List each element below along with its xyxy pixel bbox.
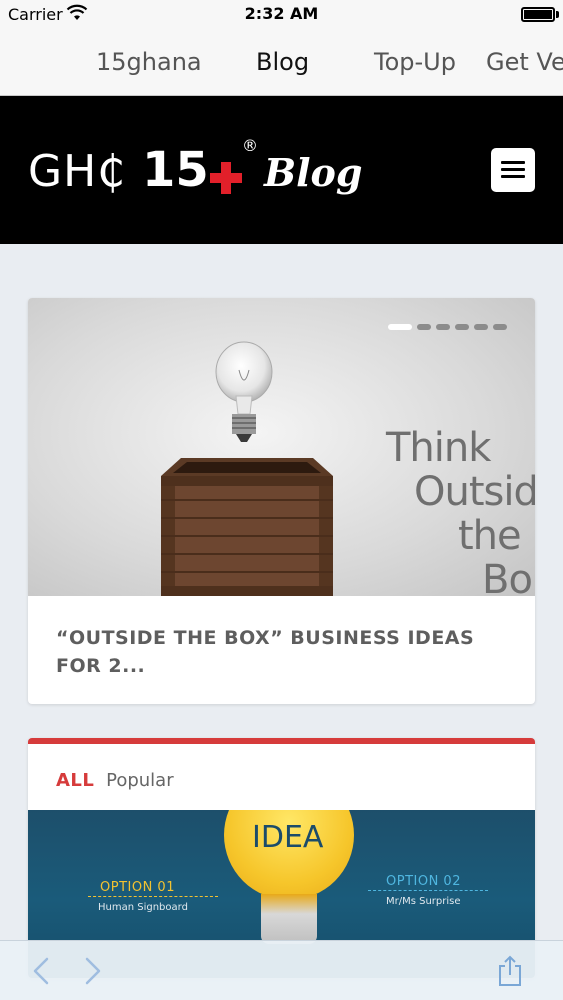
chevron-left-icon[interactable] (30, 957, 52, 985)
share-icon[interactable] (497, 955, 523, 987)
option-1-subtext: Human Signboard (98, 902, 188, 913)
hero-text-line: Outside (414, 469, 535, 515)
hamburger-menu-icon (501, 161, 525, 164)
idea-bulb-base (261, 894, 317, 944)
hamburger-menu-button[interactable] (491, 148, 535, 192)
slider-dot[interactable] (493, 324, 507, 330)
logo-number: 15 (142, 142, 209, 198)
option-2-label: OPTION 02 (386, 874, 461, 889)
battery-tip (556, 11, 559, 18)
status-bar: Carrier 2:32 AM (0, 0, 563, 30)
featured-image-slider[interactable]: Think Outside the Bo (28, 298, 535, 596)
tab-blog[interactable]: Blog (256, 48, 309, 76)
hamburger-line (501, 168, 525, 171)
battery-icon (521, 7, 555, 22)
slider-dot[interactable] (417, 324, 431, 330)
clock: 2:32 AM (244, 4, 319, 23)
logo-ghc: GH₵ (28, 146, 127, 197)
tab-get-verified[interactable]: Get Ve (486, 48, 563, 76)
top-nav-tabs: 15ghana Blog Top-Up Get Ve (0, 30, 563, 96)
logo-blog-text: Blog (264, 150, 363, 195)
site-header: GH₵ 15 ® Blog (0, 96, 563, 244)
slider-dot[interactable] (455, 324, 469, 330)
plus-icon (210, 162, 242, 194)
hamburger-line (501, 175, 525, 178)
dashed-connector (368, 890, 488, 891)
hero-text-line: the (458, 513, 522, 559)
dashed-connector (88, 896, 218, 897)
slider-dot[interactable] (388, 324, 412, 330)
tab-15ghana[interactable]: 15ghana (96, 48, 202, 76)
lightbulb-illustration (215, 341, 273, 442)
slider-dot[interactable] (436, 324, 450, 330)
featured-post-card[interactable]: Think Outside the Bo “OUTSIDE THE BOX” B… (28, 298, 535, 704)
post-filter-tabs: ALL Popular (56, 770, 174, 791)
filter-popular-tab[interactable]: Popular (106, 770, 174, 791)
hero-text-line: Think (386, 425, 491, 471)
browser-toolbar (0, 940, 563, 1000)
slider-pagination (383, 324, 507, 330)
logo-registered-mark: ® (242, 136, 258, 155)
chevron-right-icon[interactable] (82, 957, 104, 985)
tab-top-up[interactable]: Top-Up (374, 48, 456, 76)
slider-dot[interactable] (474, 324, 488, 330)
idea-label: IDEA (252, 820, 324, 855)
featured-post-title[interactable]: “OUTSIDE THE BOX” BUSINESS IDEAS FOR 2..… (56, 624, 516, 680)
option-1-label: OPTION 01 (100, 880, 175, 895)
filter-all-tab[interactable]: ALL (56, 770, 94, 791)
hero-text-line: Bo (482, 557, 533, 596)
wooden-box-illustration (161, 458, 333, 596)
option-2-subtext: Mr/Ms Surprise (386, 896, 461, 907)
